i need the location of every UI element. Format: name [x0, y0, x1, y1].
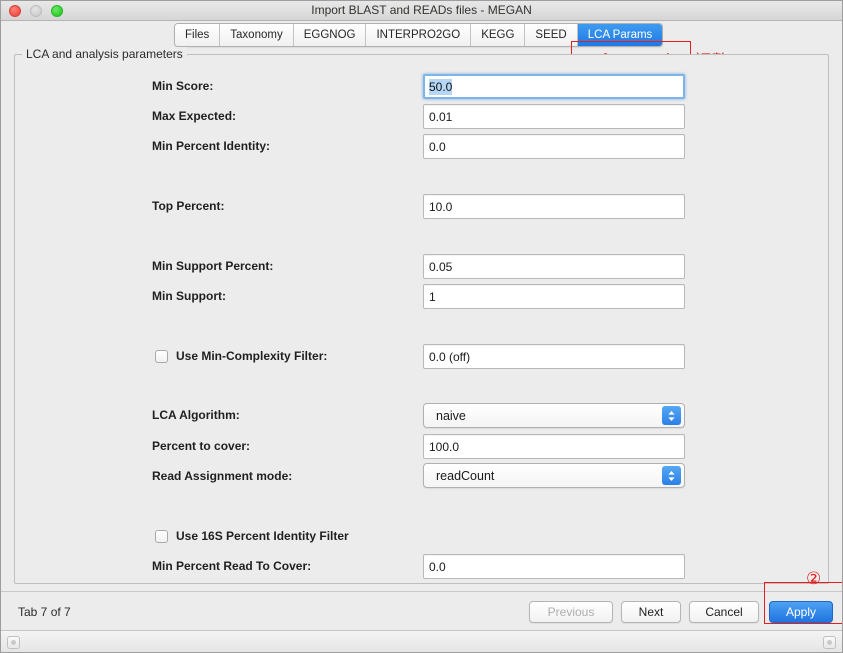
input-max-expected[interactable]: 0.01: [423, 104, 685, 129]
input-min-score[interactable]: 50.0: [423, 74, 685, 99]
tab-bar: Files Taxonomy EGGNOG INTERPRO2GO KEGG S…: [0, 21, 843, 67]
input-top-percent[interactable]: 10.0: [423, 194, 685, 219]
tab-taxonomy[interactable]: Taxonomy: [220, 24, 294, 46]
window-titlebar: Import BLAST and READs files - MEGAN: [0, 0, 843, 21]
tab-seed[interactable]: SEED: [525, 24, 578, 46]
apply-button[interactable]: Apply: [769, 601, 833, 623]
groupbox-title: LCA and analysis parameters: [22, 47, 187, 61]
next-button[interactable]: Next: [621, 601, 681, 623]
row-percent-to-cover: Percent to cover:: [152, 434, 250, 458]
row-lca-algorithm: LCA Algorithm:: [152, 403, 240, 427]
label-min-score: Min Score:: [152, 79, 214, 93]
megan-import-dialog: Import BLAST and READs files - MEGAN Fil…: [0, 0, 843, 653]
label-use-16s-percent-identity-filter: Use 16S Percent Identity Filter: [176, 529, 349, 543]
label-percent-to-cover: Percent to cover:: [152, 439, 251, 453]
label-lca-algorithm: LCA Algorithm:: [152, 408, 240, 422]
input-top-percent-value: 10.0: [429, 199, 453, 214]
row-top-percent: Top Percent:: [152, 194, 224, 218]
select-lca-algorithm[interactable]: naive: [423, 403, 685, 428]
previous-button[interactable]: Previous: [529, 601, 613, 623]
label-min-percent-read-to-cover: Min Percent Read To Cover:: [152, 559, 312, 573]
tab-eggnog[interactable]: EGGNOG: [293, 24, 367, 46]
dialog-footer: Tab 7 of 7 Previous Next Cancel Apply: [0, 592, 843, 630]
tab-files[interactable]: Files: [175, 24, 221, 46]
label-use-min-complexity-filter: Use Min-Complexity Filter:: [176, 349, 328, 363]
input-min-complexity-value: 0.0 (off): [429, 349, 471, 364]
row-use-16s-filter[interactable]: Use 16S Percent Identity Filter: [155, 526, 349, 546]
label-max-expected: Max Expected:: [152, 109, 237, 123]
tab-strip: Files Taxonomy EGGNOG INTERPRO2GO KEGG S…: [174, 23, 664, 47]
checkbox-use-min-complexity-filter[interactable]: [155, 349, 168, 363]
input-min-complexity[interactable]: 0.0 (off): [423, 344, 685, 369]
input-min-support[interactable]: 1: [423, 284, 685, 309]
label-min-support-percent: Min Support Percent:: [152, 259, 274, 273]
input-percent-to-cover[interactable]: 100.0: [423, 434, 685, 459]
select-read-assignment-mode-value: readCount: [436, 468, 495, 483]
tab-kegg[interactable]: KEGG: [471, 24, 526, 46]
status-resize-knob-left[interactable]: [7, 636, 20, 649]
row-min-complexity-filter[interactable]: Use Min-Complexity Filter:: [155, 346, 327, 366]
input-min-support-value: 1: [429, 289, 436, 304]
input-percent-to-cover-value: 100.0: [429, 439, 460, 454]
input-min-support-percent[interactable]: 0.05: [423, 254, 685, 279]
row-min-support-percent: Min Support Percent:: [152, 254, 273, 278]
label-read-assignment-mode: Read Assignment mode:: [152, 469, 293, 483]
select-read-assignment-mode[interactable]: readCount: [423, 463, 685, 488]
tab-counter-label: Tab 7 of 7: [18, 605, 71, 619]
input-min-score-value: 50.0: [429, 78, 453, 95]
row-min-score: Min Score:: [152, 74, 213, 98]
input-min-percent-identity-value: 0.0: [429, 139, 446, 154]
tab-lca-params[interactable]: LCA Params: [577, 24, 663, 46]
input-max-expected-value: 0.01: [429, 109, 453, 124]
row-max-expected: Max Expected:: [152, 104, 236, 128]
lca-parameters-groupbox: [14, 54, 829, 584]
row-min-percent-read-to-cover: Min Percent Read To Cover:: [152, 554, 311, 578]
tab-interpro2go[interactable]: INTERPRO2GO: [366, 24, 472, 46]
cancel-button[interactable]: Cancel: [689, 601, 759, 623]
row-min-support: Min Support:: [152, 284, 226, 308]
annotation-label-2: ②: [806, 569, 822, 589]
row-min-percent-identity: Min Percent Identity:: [152, 134, 270, 158]
label-top-percent: Top Percent:: [152, 199, 225, 213]
status-resize-knob-right[interactable]: [823, 636, 836, 649]
input-min-support-percent-value: 0.05: [429, 259, 453, 274]
chevron-updown-icon[interactable]: [662, 466, 681, 485]
select-lca-algorithm-value: naive: [436, 408, 466, 423]
chevron-updown-icon[interactable]: [662, 406, 681, 425]
input-min-percent-identity[interactable]: 0.0: [423, 134, 685, 159]
status-bar: [0, 630, 843, 653]
label-min-support: Min Support:: [152, 289, 226, 303]
input-min-percent-read-to-cover[interactable]: 0.0: [423, 554, 685, 579]
label-min-percent-identity: Min Percent Identity:: [152, 139, 271, 153]
checkbox-use-16s-percent-identity-filter[interactable]: [155, 529, 168, 543]
input-min-percent-read-to-cover-value: 0.0: [429, 559, 446, 574]
row-read-assignment-mode: Read Assignment mode:: [152, 464, 292, 488]
window-title: Import BLAST and READs files - MEGAN: [311, 3, 532, 17]
